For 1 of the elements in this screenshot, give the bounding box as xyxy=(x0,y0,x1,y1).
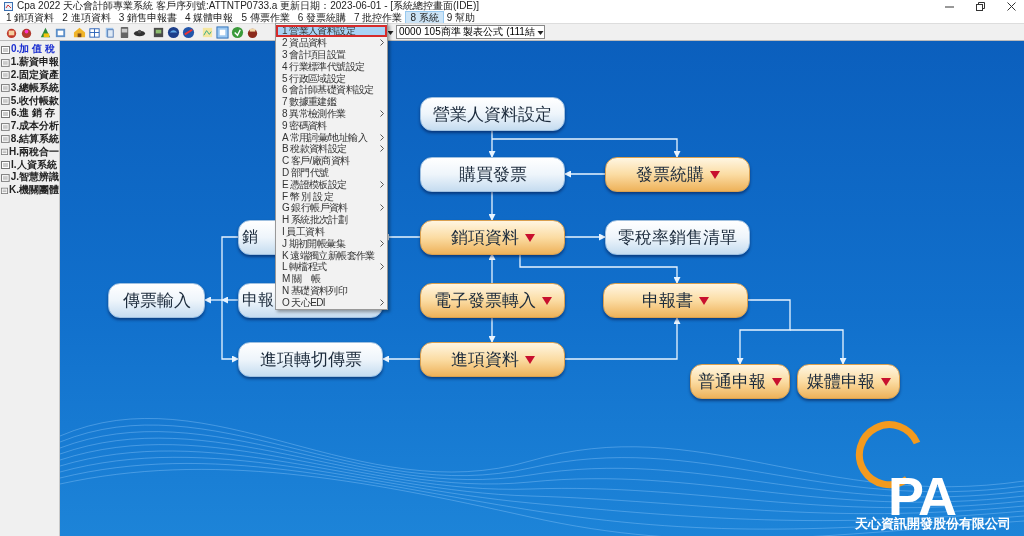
window-title: Cpa 2022 天心會計師專業系統 客戶序列號:ATTNTP0733.a 更新日期：2023-06-01 - [系統總控畫面(IDE)] xyxy=(17,0,481,12)
